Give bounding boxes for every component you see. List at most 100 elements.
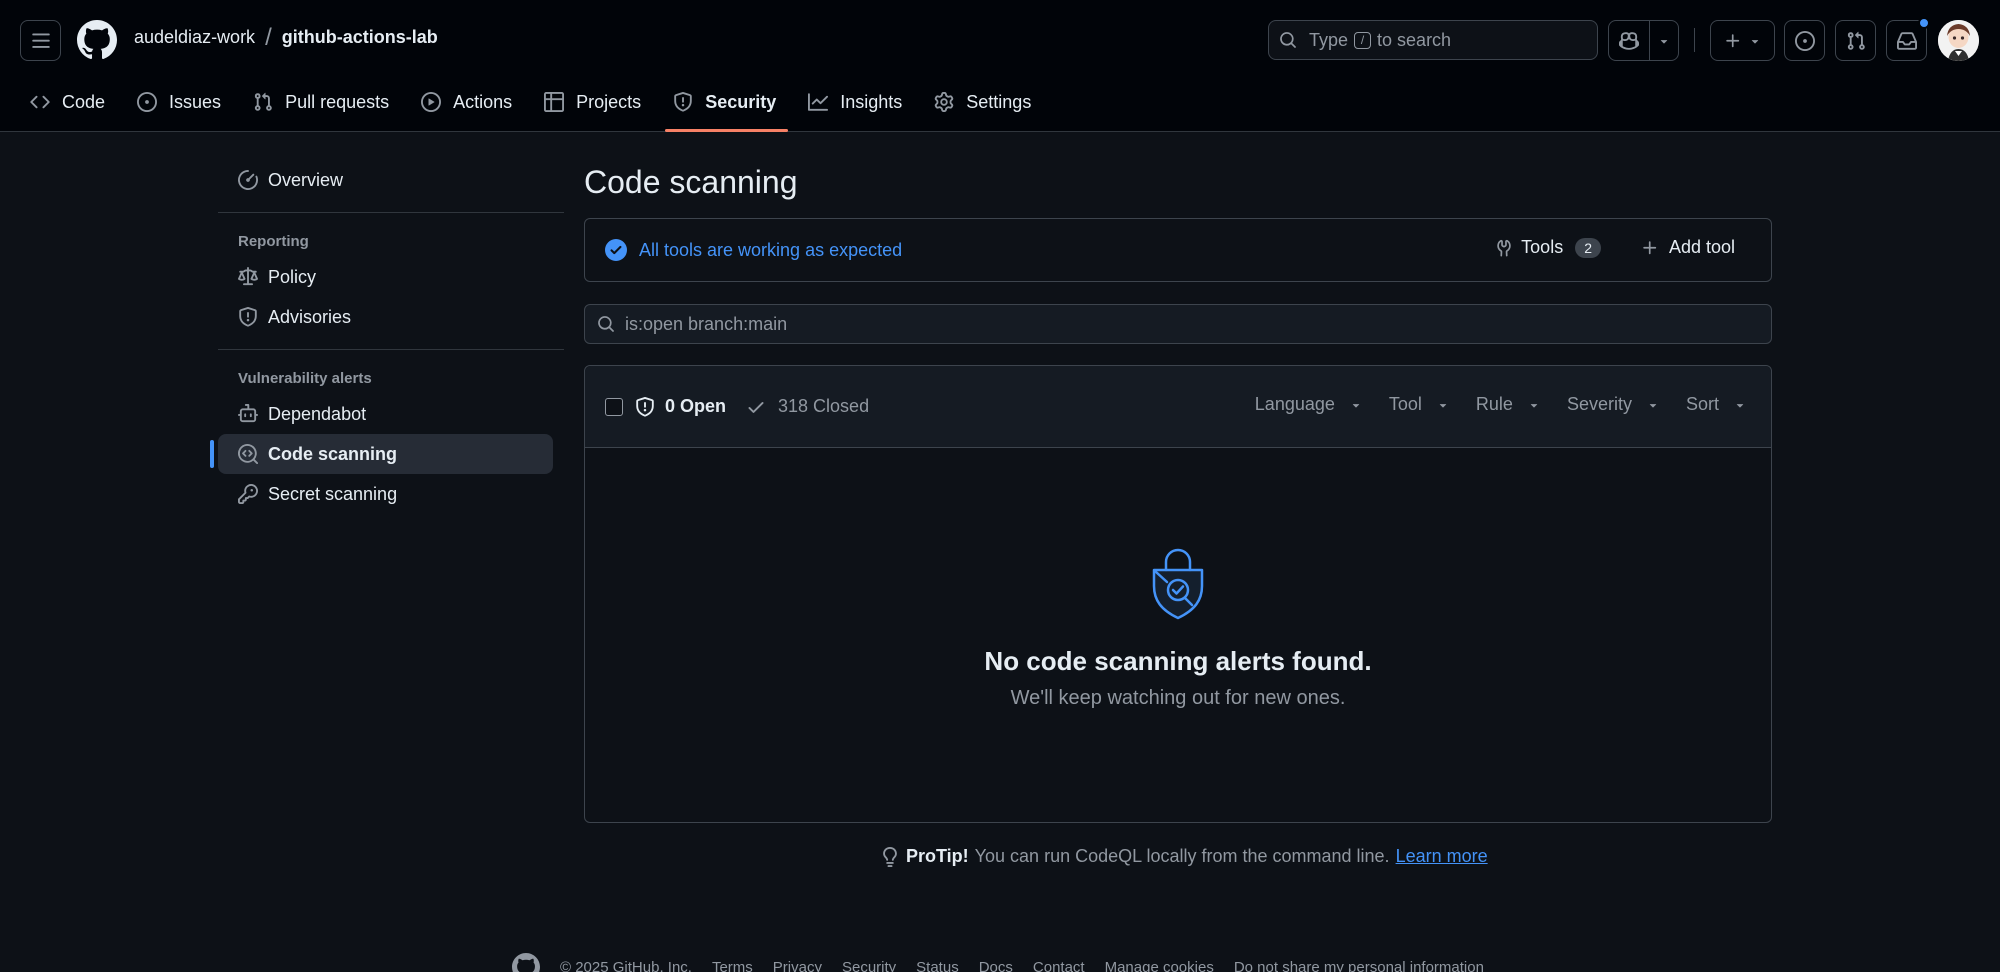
triangle-down-icon <box>1439 403 1447 408</box>
protip: ProTip! You can run CodeQL locally from … <box>880 846 1488 867</box>
codescan-icon <box>238 444 258 464</box>
check-icon <box>748 401 764 413</box>
menu-button[interactable] <box>20 20 61 61</box>
search-icon <box>598 316 614 332</box>
copilot-button[interactable] <box>1609 21 1650 60</box>
add-tool-button[interactable]: Add tool <box>1641 237 1735 258</box>
tab-settings[interactable]: Settings <box>934 84 1043 120</box>
global-search-input[interactable]: Type / to search <box>1268 20 1598 60</box>
footer-link-docs[interactable]: Docs <box>979 959 1013 972</box>
notifications-button[interactable] <box>1886 17 1930 61</box>
issue-opened-icon <box>1794 30 1815 51</box>
footer-link-do-not-share[interactable]: Do not share my personal information <box>1234 959 1484 972</box>
tool-filter[interactable]: Tool <box>1389 394 1450 415</box>
breadcrumb-owner[interactable]: audeldiaz-work <box>134 27 255 48</box>
sidebar-divider <box>218 349 564 350</box>
tab-insights[interactable]: Insights <box>808 84 914 120</box>
security-sidebar: Overview Reporting Policy Advisories Vul… <box>210 160 564 514</box>
triangle-down-icon <box>1352 403 1360 408</box>
git-pull-request-icon <box>1847 31 1865 50</box>
footer-link-terms[interactable]: Terms <box>712 959 753 972</box>
sidebar-item-overview[interactable]: Overview <box>218 160 553 200</box>
sidebar-item-policy[interactable]: Policy <box>218 257 553 297</box>
tab-pull-requests[interactable]: Pull requests <box>253 84 401 120</box>
key-icon <box>238 484 258 504</box>
triangle-down-icon <box>1660 39 1668 44</box>
footer-copyright: © 2025 GitHub, Inc. <box>560 958 692 972</box>
footer-link-status[interactable]: Status <box>916 959 959 972</box>
meter-icon <box>238 170 258 190</box>
search-prefix: Type <box>1309 29 1349 50</box>
sidebar-item-code-scanning[interactable]: Code scanning <box>210 434 553 474</box>
filter-label: Severity <box>1566 394 1632 414</box>
sidebar-heading-vulnerability-alerts: Vulnerability alerts <box>238 370 372 387</box>
filter-value: is:open branch:main <box>625 313 788 334</box>
tools-icon <box>1497 239 1511 256</box>
alerts-list-header: 0 Open 318 Closed Language Tool Rule Sev… <box>585 366 1771 448</box>
plus-icon <box>1643 240 1657 254</box>
severity-filter[interactable]: Severity <box>1567 394 1660 415</box>
tools-count-badge: 2 <box>1575 237 1601 258</box>
play-icon <box>421 92 442 112</box>
your-pull-requests-button[interactable] <box>1835 20 1876 61</box>
triangle-down-icon <box>1736 403 1744 408</box>
footer-link-manage-cookies[interactable]: Manage cookies <box>1105 959 1214 972</box>
sidebar-item-label: Policy <box>268 266 317 287</box>
open-alerts-toggle[interactable]: 0 Open <box>635 396 726 417</box>
shield-icon <box>239 307 257 327</box>
add-tool-label: Add tool <box>1668 237 1735 257</box>
alerts-filter-input[interactable]: is:open branch:main <box>584 304 1772 344</box>
triangle-down-icon <box>1649 403 1657 408</box>
your-issues-button[interactable] <box>1784 20 1825 61</box>
sidebar-item-dependabot[interactable]: Dependabot <box>218 394 553 434</box>
tab-label: Settings <box>966 91 1032 112</box>
copilot-menu-button[interactable] <box>1650 21 1678 60</box>
sidebar-item-advisories[interactable]: Advisories <box>218 297 553 337</box>
page-title: Code scanning <box>584 164 798 200</box>
sidebar-item-secret-scanning[interactable]: Secret scanning <box>218 474 553 514</box>
avatar-image-icon <box>1938 20 1979 61</box>
check-circle-fill-icon <box>605 239 627 261</box>
closed-alerts-toggle[interactable]: 318 Closed <box>746 396 869 417</box>
tool-status-text[interactable]: All tools are working as expected <box>639 240 902 261</box>
sidebar-item-label: Overview <box>268 169 344 190</box>
breadcrumb-repo[interactable]: github-actions-lab <box>282 27 438 48</box>
learn-more-link[interactable]: Learn more <box>1396 846 1488 867</box>
plus-icon <box>1725 33 1739 47</box>
tab-actions[interactable]: Actions <box>421 84 524 120</box>
dependabot-icon <box>238 404 258 423</box>
github-mark-icon[interactable] <box>512 953 540 972</box>
github-logo-icon[interactable] <box>77 20 117 60</box>
sort-filter[interactable]: Sort <box>1686 394 1747 415</box>
alerts-list: 0 Open 318 Closed Language Tool Rule Sev… <box>584 365 1772 823</box>
tab-issues[interactable]: Issues <box>137 84 233 120</box>
tab-projects[interactable]: Projects <box>544 84 653 120</box>
tools-button[interactable]: Tools 2 <box>1495 237 1601 258</box>
footer-link-contact[interactable]: Contact <box>1033 959 1085 972</box>
triangle-down-icon <box>1530 403 1538 408</box>
footer-link-security[interactable]: Security <box>842 959 896 972</box>
notification-indicator <box>1918 17 1930 29</box>
shield-icon <box>636 396 654 417</box>
shield-icon <box>674 92 692 112</box>
language-filter[interactable]: Language <box>1255 394 1363 415</box>
create-new-button[interactable] <box>1710 20 1775 61</box>
protip-text: You can run CodeQL locally from the comm… <box>974 846 1390 866</box>
alert-filters: Language Tool Rule Severity Sort <box>1255 394 1747 415</box>
tab-code[interactable]: Code <box>30 84 117 120</box>
sidebar-item-label: Dependabot <box>268 403 367 424</box>
rule-filter[interactable]: Rule <box>1476 394 1541 415</box>
page-footer: © 2025 GitHub, Inc. Terms Privacy Securi… <box>512 953 1484 972</box>
filter-label: Rule <box>1475 394 1513 414</box>
select-all-checkbox[interactable] <box>605 397 623 416</box>
search-shortcut-key: / <box>1354 31 1372 49</box>
footer-link-privacy[interactable]: Privacy <box>773 959 822 972</box>
law-icon <box>238 267 258 286</box>
tab-label: Insights <box>840 91 903 112</box>
shield-lock-check-icon <box>1152 548 1204 620</box>
tab-security[interactable]: Security <box>665 84 789 132</box>
search-icon <box>1280 32 1296 48</box>
avatar[interactable] <box>1938 20 1979 61</box>
copilot-button-group <box>1608 20 1679 61</box>
app-header: audeldiaz-work / github-actions-lab Type… <box>0 0 2000 132</box>
